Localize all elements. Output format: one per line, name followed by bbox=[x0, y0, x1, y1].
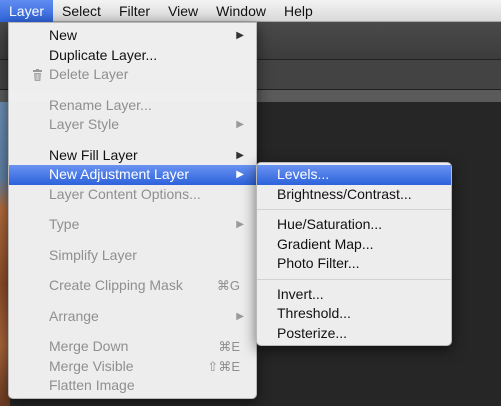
submenu-arrow-icon: ▶ bbox=[236, 219, 244, 230]
menu-item-label: Levels... bbox=[277, 166, 330, 182]
submenu-arrow-icon: ▶ bbox=[236, 119, 244, 130]
menu-separator bbox=[257, 209, 451, 210]
submenu-arrow-icon: ▶ bbox=[236, 310, 244, 322]
menu-help[interactable]: Help bbox=[275, 0, 322, 22]
menu-item-arrange: Arrange ▶ bbox=[9, 307, 256, 327]
menu-item-label: Arrange bbox=[49, 307, 99, 324]
menu-item-label: Simplify Layer bbox=[49, 246, 137, 263]
menu-item-label: Layer Style bbox=[49, 116, 120, 132]
menu-gap bbox=[9, 135, 256, 146]
menu-gap bbox=[9, 265, 256, 276]
menu-item-label: Layer Content Options... bbox=[49, 185, 201, 202]
submenu-arrow-icon: ▶ bbox=[236, 30, 244, 41]
shortcut-label: ⇧⌘E bbox=[207, 358, 240, 374]
menu-item-label: Photo Filter... bbox=[277, 255, 360, 271]
menu-item-label: Gradient Map... bbox=[277, 235, 374, 252]
menu-item-new-adjustment-layer[interactable]: New Adjustment Layer ▶ bbox=[9, 165, 256, 185]
menu-item-merge-down: Merge Down ⌘E bbox=[9, 337, 256, 357]
menu-window[interactable]: Window bbox=[207, 0, 275, 22]
menu-item-duplicate-layer[interactable]: Duplicate Layer... bbox=[9, 46, 256, 66]
submenu-arrow-icon: ▶ bbox=[236, 169, 244, 180]
menu-item-label: Threshold... bbox=[277, 305, 351, 321]
menu-item-create-clipping-mask: Create Clipping Mask ⌘G bbox=[9, 276, 256, 296]
menu-item-simplify-layer: Simplify Layer bbox=[9, 246, 256, 266]
menu-item-type: Type ▶ bbox=[9, 215, 256, 235]
trash-icon bbox=[33, 69, 42, 81]
menu-item-label: Create Clipping Mask bbox=[49, 277, 183, 293]
menu-item-rename-layer: Rename Layer... bbox=[9, 96, 256, 116]
menu-filter[interactable]: Filter bbox=[110, 0, 159, 22]
submenu-item-photo-filter[interactable]: Photo Filter... bbox=[257, 254, 451, 274]
menu-item-label: Duplicate Layer... bbox=[49, 46, 158, 63]
menu-item-label: Hue/Saturation... bbox=[277, 216, 383, 232]
menu-gap bbox=[9, 235, 256, 246]
menu-item-label: Merge Down bbox=[49, 338, 129, 354]
menu-gap bbox=[9, 204, 256, 215]
menu-item-new-fill-layer[interactable]: New Fill Layer ▶ bbox=[9, 146, 256, 166]
menu-item-flatten-image: Flatten Image bbox=[9, 376, 256, 396]
menu-item-new[interactable]: New ▶ bbox=[9, 26, 256, 46]
menu-item-delete-layer: Delete Layer bbox=[9, 65, 256, 85]
submenu-item-threshold[interactable]: Threshold... bbox=[257, 304, 451, 324]
menu-bar: Layer Select Filter View Window Help bbox=[0, 0, 501, 22]
menu-select[interactable]: Select bbox=[53, 0, 110, 22]
menu-item-label: Delete Layer bbox=[49, 66, 129, 82]
menu-view[interactable]: View bbox=[159, 0, 207, 22]
menu-item-layer-style: Layer Style ▶ bbox=[9, 115, 256, 135]
submenu-item-hue-saturation[interactable]: Hue/Saturation... bbox=[257, 215, 451, 235]
menu-layer[interactable]: Layer bbox=[0, 0, 54, 22]
shortcut-label: ⌘G bbox=[216, 278, 240, 293]
menu-item-layer-content-options: Layer Content Options... bbox=[9, 185, 256, 205]
menu-gap bbox=[9, 85, 256, 96]
submenu-item-levels[interactable]: Levels... bbox=[257, 165, 451, 185]
menu-item-label: Posterize... bbox=[277, 324, 348, 341]
shortcut-label: ⌘E bbox=[218, 339, 240, 354]
menu-item-label: New Adjustment Layer bbox=[49, 166, 190, 182]
menu-item-merge-visible: Merge Visible ⇧⌘E bbox=[9, 357, 256, 377]
menu-item-label: New bbox=[49, 27, 78, 43]
submenu-item-posterize[interactable]: Posterize... bbox=[257, 324, 451, 344]
submenu-item-gradient-map[interactable]: Gradient Map... bbox=[257, 235, 451, 255]
submenu-item-invert[interactable]: Invert... bbox=[257, 285, 451, 305]
menu-item-label: Rename Layer... bbox=[49, 96, 152, 113]
menu-separator bbox=[257, 278, 451, 280]
menu-item-label: Type bbox=[49, 216, 80, 232]
menu-gap bbox=[9, 296, 256, 307]
menu-item-label: New Fill Layer bbox=[49, 146, 138, 163]
menu-item-label: Brightness/Contrast... bbox=[277, 185, 412, 202]
menu-item-label: Invert... bbox=[277, 285, 324, 302]
submenu-item-brightness-contrast[interactable]: Brightness/Contrast... bbox=[257, 185, 451, 205]
menu-item-label: Flatten Image bbox=[49, 377, 135, 393]
menu-item-label: Merge Visible bbox=[49, 357, 134, 374]
layer-menu: New ▶ Duplicate Layer... Delete Layer Re… bbox=[8, 22, 257, 399]
submenu-arrow-icon: ▶ bbox=[236, 149, 244, 161]
adjustment-layer-submenu: Levels... Brightness/Contrast... Hue/Sat… bbox=[256, 162, 452, 346]
menu-gap bbox=[9, 326, 256, 337]
